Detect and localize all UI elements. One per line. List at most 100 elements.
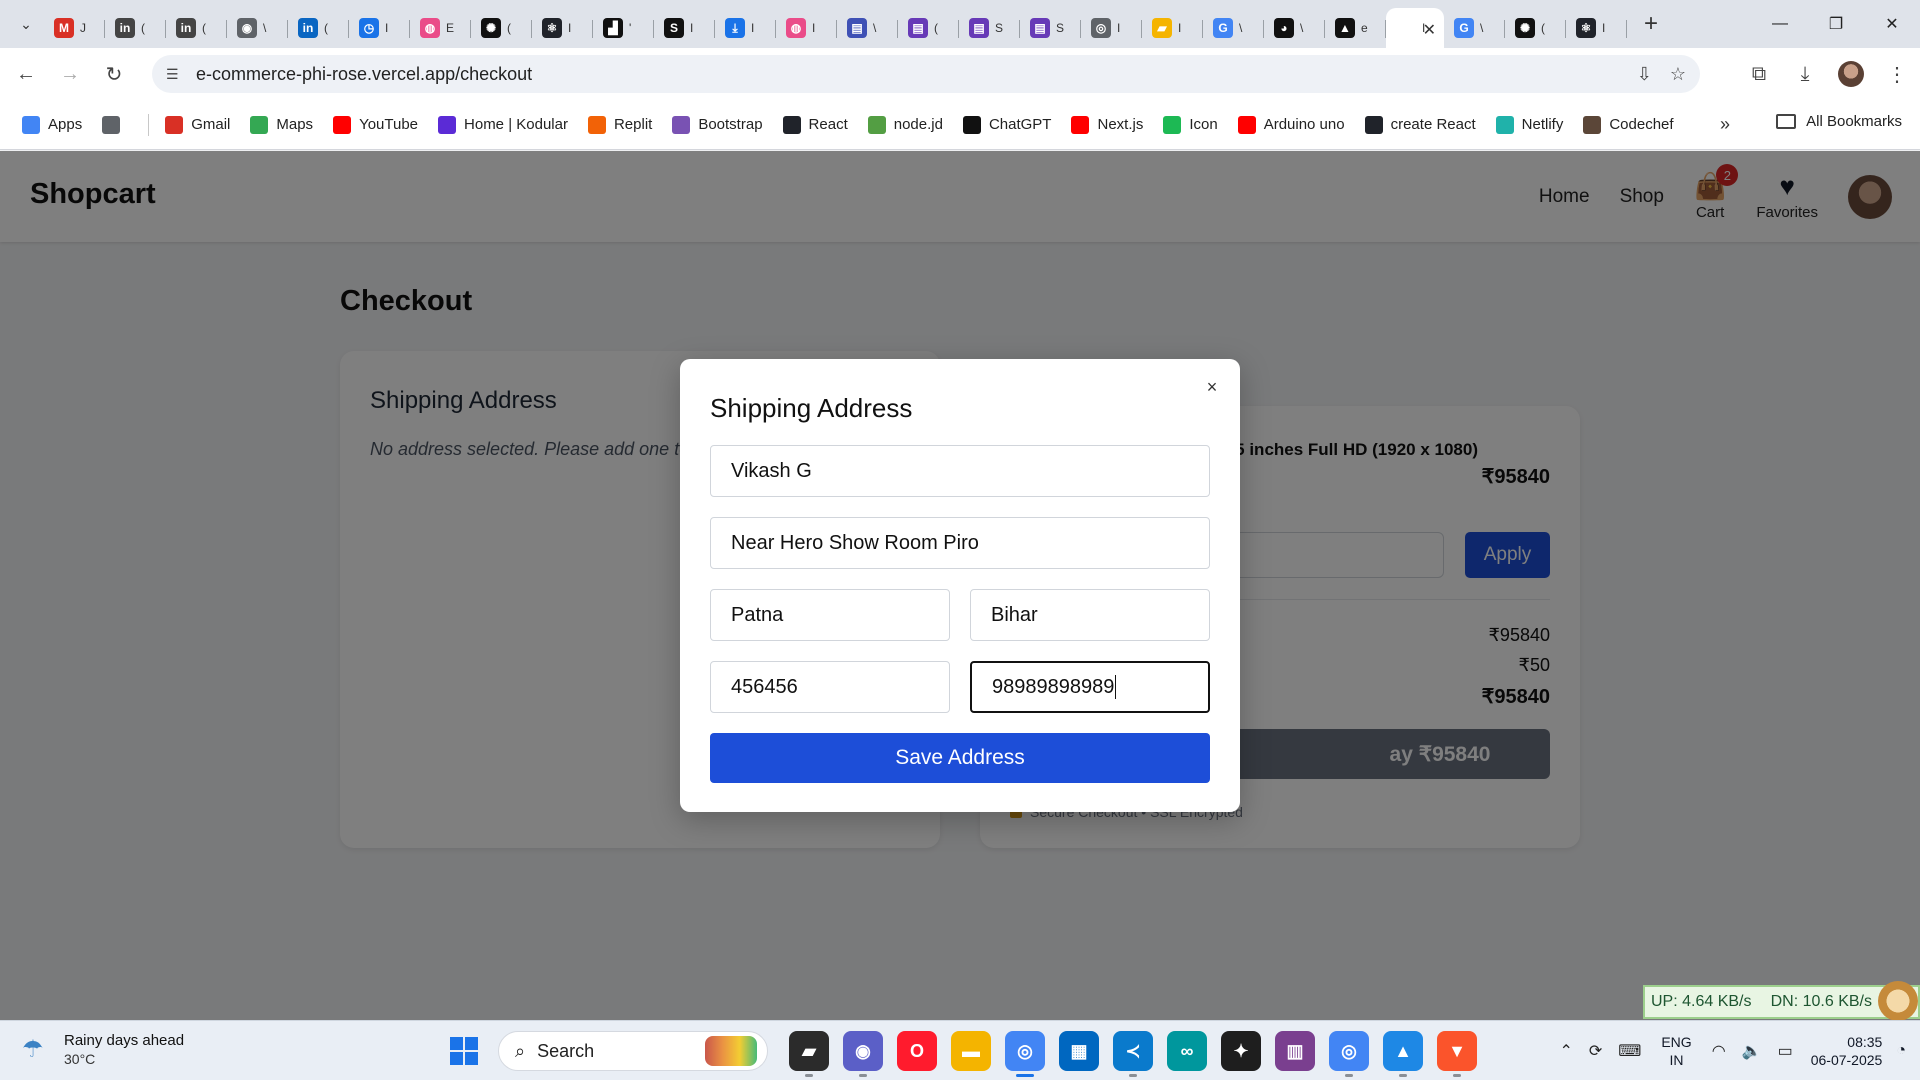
browser-tab[interactable]: ▟ ' [593,8,654,48]
bookmark-item[interactable]: YouTube [333,115,418,134]
browser-tab[interactable]: SI [654,8,715,48]
more-bookmarks-icon[interactable]: » [1720,114,1730,135]
bookmark-item[interactable]: Replit [587,115,652,134]
bookmark-item[interactable]: Icon [1163,115,1218,134]
bookmark-item[interactable]: Maps [250,115,313,134]
browser-tab[interactable]: ◎ I [1081,8,1142,48]
bookmark-item[interactable]: node.jd [867,115,943,134]
browser-tab[interactable]: ▤( [898,8,959,48]
chevron-up-icon[interactable]: ⌃ [1559,1041,1572,1061]
taskbar-search[interactable]: ⌕ Search [498,1031,768,1071]
tab-search-chevron-icon[interactable]: ⌄ [8,6,44,42]
bookmark-item[interactable]: Home | Kodular [438,115,568,134]
browser-tab[interactable]: in ( [166,8,227,48]
figma-icon[interactable]: ✦ [1221,1031,1261,1071]
browser-tab[interactable]: ◉ \ [227,8,288,48]
browser-tab[interactable]: ✺( [1505,8,1566,48]
bookmark-item[interactable]: Netlify [1495,115,1563,134]
site-info-icon[interactable]: ☰ [166,66,186,83]
bookmark-item[interactable]: ChatGPT [962,115,1051,134]
bookmark-item[interactable]: Next.js [1071,115,1143,134]
bookmark-item[interactable]: Apps [22,115,82,134]
forms-icon: ▤ [908,18,928,38]
keyboard-icon[interactable]: ⌨ [1618,1041,1641,1061]
sync-icon[interactable]: ⟳ [1589,1041,1602,1061]
meet-icon[interactable]: ◉ [843,1031,883,1077]
windows-start-icon[interactable] [440,1027,488,1075]
city-field[interactable]: Patna [710,589,950,641]
browser-tab[interactable]: ◍ E [410,8,471,48]
vscode-icon[interactable]: ≺ [1113,1031,1153,1077]
bookmark-item[interactable]: create React [1364,115,1476,134]
downloads-icon[interactable]: ⤓ [1782,54,1828,94]
tab-close-icon[interactable]: ✕ [1423,20,1436,40]
browser-tab[interactable]: I ✕ [1386,8,1444,48]
bookmark-item[interactable]: Bootstrap [672,115,763,134]
reload-icon[interactable]: ↻ [96,56,132,92]
browser-tab[interactable]: in ( [105,8,166,48]
wifi-icon[interactable]: ◠ [1712,1041,1726,1061]
state-field[interactable]: Bihar [970,589,1210,641]
extensions-icon[interactable]: ⧉ [1736,54,1782,94]
forward-arrow-icon[interactable]: → [52,56,88,92]
clock[interactable]: 08:35 06-07-2025 [1811,1033,1883,1069]
browser-tab[interactable]: ◷ I [349,8,410,48]
arduino-icon[interactable]: ∞ [1167,1031,1207,1071]
address-bar[interactable]: ☰ e-commerce-phi-rose.vercel.app/checkou… [152,55,1700,93]
close-window-icon[interactable]: ✕ [1864,0,1920,48]
bookmark-item[interactable]: Gmail [165,115,230,134]
address-field[interactable]: Near Hero Show Room Piro [710,517,1210,569]
profile-avatar[interactable] [1838,61,1864,87]
chrome-icon[interactable]: ◎ [1005,1031,1045,1077]
store-icon[interactable]: ▦ [1059,1031,1099,1071]
battery-icon[interactable]: ▭ [1778,1041,1793,1061]
browser-tab[interactable]: ◍ I [776,8,837,48]
bookmark-item[interactable] [102,115,128,134]
chrome-icon[interactable]: ◎ [1329,1031,1369,1077]
browser-tab[interactable]: in ( [288,8,349,48]
minimize-icon[interactable]: — [1752,0,1808,48]
photos-icon[interactable]: ▲ [1383,1031,1423,1077]
running-indicator [859,1074,867,1077]
name-field[interactable]: Vikash G [710,445,1210,497]
browser-tab[interactable]: ⚛ I [532,8,593,48]
browser-tab[interactable]: ✺( [471,8,532,48]
notification-bell-icon[interactable]: ◔ [1896,1042,1906,1060]
save-address-button[interactable]: Save Address [710,733,1210,783]
new-tab-plus-icon[interactable]: + [1633,6,1669,42]
browser-tab[interactable]: MJ [44,8,105,48]
browser-tab[interactable]: G \ [1444,8,1505,48]
url-text[interactable]: e-commerce-phi-rose.vercel.app/checkout [196,64,532,85]
browser-tab[interactable]: ▤ S [959,8,1020,48]
tab-strip: ⌄ M Jin(in(◉ \ in(◷ I ◍ E ✺(⚛ I ▟ ' S I ⤓ I ◍ I ▤ \ ▤(▤ S ▤ S ◎… [0,0,1920,48]
volume-icon[interactable]: 🔈 [1742,1041,1762,1061]
file-manager-icon[interactable]: ▰ [789,1031,829,1077]
weather-widget[interactable]: ☂ Rainy days ahead 30°C [22,1031,184,1069]
brave-icon[interactable]: ▼ [1437,1031,1477,1077]
close-icon[interactable]: × [1200,375,1224,399]
browser-tab[interactable]: ▤ S [1020,8,1081,48]
browser-tab[interactable]: G \ [1203,8,1264,48]
browser-tab[interactable]: ⤓ I [715,8,776,48]
folder-icon[interactable]: ▬ [951,1031,991,1071]
phone-field[interactable]: 98989898989 [970,661,1210,713]
bookmark-item[interactable]: Codechef [1583,115,1674,134]
pincode-field[interactable]: 456456 [710,661,950,713]
menu-dots-icon[interactable]: ⋮ [1874,54,1920,94]
language-indicator[interactable]: ENG IN [1661,1033,1691,1069]
browser-tab[interactable]: ▰ I [1142,8,1203,48]
winrar-icon[interactable]: ▥ [1275,1031,1315,1071]
browser-tab[interactable]: ⚛ I [1566,8,1627,48]
browser-tab[interactable]: ▲ e [1325,8,1386,48]
bookmark-star-icon[interactable]: ☆ [1670,64,1686,85]
bookmark-item[interactable]: React [782,115,848,134]
back-arrow-icon[interactable]: ← [8,56,44,92]
browser-tab[interactable]: ◕ \ [1264,8,1325,48]
install-app-icon[interactable]: ⇩ [1637,64,1652,85]
bookmark-item[interactable]: Arduino uno [1237,115,1345,134]
all-bookmarks[interactable]: All Bookmarks [1776,113,1902,130]
restore-icon[interactable]: ❐ [1808,0,1864,48]
state-value: Bihar [991,603,1038,626]
browser-tab[interactable]: ▤ \ [837,8,898,48]
opera-icon[interactable]: O [897,1031,937,1071]
